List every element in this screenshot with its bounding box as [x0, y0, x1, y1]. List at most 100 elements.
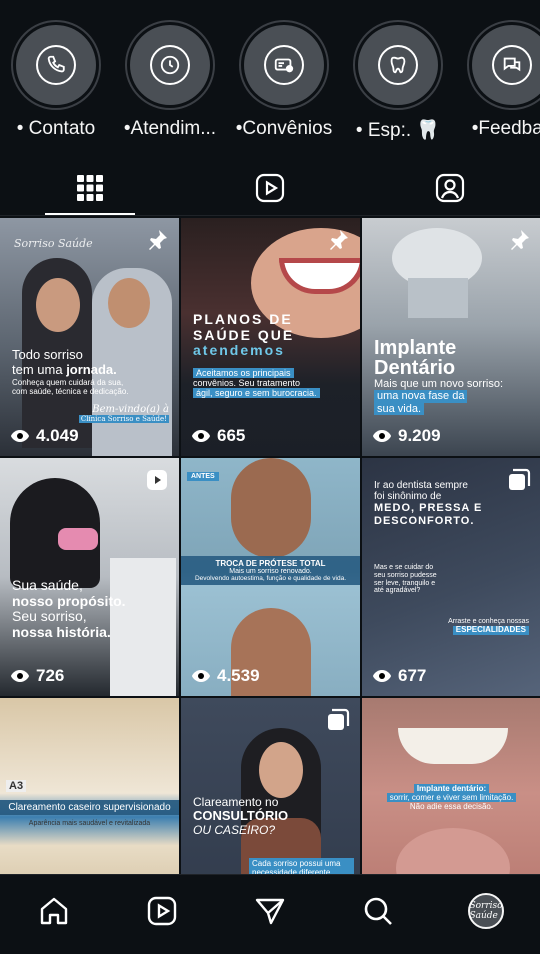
post-tile[interactable]: PLANOS DE SAÚDE QUE atendemos Aceitamos … — [181, 218, 360, 456]
post-tile[interactable]: A3 Clareamento caseiro supervisionado Ap… — [0, 698, 179, 874]
nav-reels[interactable] — [140, 889, 184, 933]
clock-icon — [150, 45, 190, 85]
caption-text: nossa história. — [12, 624, 111, 641]
caption-small: Devolvendo autoestima, função e qualidad… — [194, 575, 347, 582]
post-tile[interactable]: Sua saúde, nosso propósito. Seu sorriso,… — [0, 458, 179, 696]
highlight-convenios[interactable]: •Convênios — [234, 20, 334, 140]
caption-highlight: atendemos — [193, 342, 285, 359]
caption-small: Mas e se cuidar do — [374, 564, 434, 571]
caption-text: OU CASEIRO? — [193, 822, 276, 837]
eye-icon — [11, 430, 29, 442]
welcome-text: Bem-vindo(a) à — [92, 404, 169, 415]
eye-icon — [373, 670, 391, 682]
caption-text: PLANOS DE — [193, 311, 293, 327]
highlight-label: •Feedbac — [471, 118, 540, 139]
active-tab-indicator — [45, 213, 135, 215]
tab-tagged[interactable] — [405, 160, 495, 216]
highlight-label: •Atendim... — [123, 118, 217, 139]
view-count: 4.539 — [191, 666, 260, 686]
search-icon — [364, 897, 392, 925]
before-label: ANTES — [187, 472, 219, 481]
caption-highlight: Implante dentário: — [413, 784, 490, 793]
caption-small: Mais um sorriso renovado. — [229, 568, 312, 575]
tagged-person-icon — [435, 173, 465, 203]
pinned-icon — [507, 228, 531, 257]
caption-small: Conheça quem cuidará da sua, com saúde, … — [12, 378, 129, 397]
reel-icon — [145, 468, 169, 497]
caption-highlight: ESPECIALIDADES — [452, 625, 529, 635]
caption-small: Aparência mais saudável e revitalizada — [28, 820, 151, 827]
view-count: 726 — [10, 666, 64, 686]
caption-small: Não adie essa decisão. — [409, 802, 494, 811]
welcome-clinic: Clínica Sorriso e Saúde! — [78, 415, 169, 423]
eye-icon — [373, 430, 391, 442]
highlight-feedback[interactable]: •Feedbac — [462, 20, 540, 140]
highlight-label: •Convênios — [235, 118, 333, 139]
eye-icon — [192, 670, 210, 682]
post-tile[interactable]: ANTES TROCA DE PRÓTESE TOTAL Mais um sor… — [181, 458, 360, 696]
nav-home[interactable] — [32, 889, 76, 933]
pinned-icon — [145, 228, 169, 257]
story-highlights: • Contato •Atendim... •Convênios • Esp:.… — [0, 0, 540, 160]
caption-small: seu sorriso pudesse — [374, 571, 437, 579]
caption-text: Clareamento no — [193, 795, 279, 809]
caption-small: Cada sorriso possui uma necessidade dife… — [249, 858, 354, 874]
caption-highlight: TROCA DE PRÓTESE TOTAL — [215, 559, 326, 568]
avatar: Sorriso Saúde — [468, 893, 504, 929]
post-tile[interactable]: Implante Dentário Mais que um novo sorri… — [362, 218, 540, 456]
carousel-icon — [326, 708, 350, 737]
caption-small: até agradável? — [374, 587, 421, 595]
caption-highlight: Clareamento caseiro supervisionado — [8, 802, 171, 813]
tooth-shield-icon — [378, 45, 418, 85]
post-tile[interactable]: Sorriso Saúde Todo sorriso tem uma jorna… — [0, 218, 179, 456]
reels-icon — [147, 896, 177, 926]
caption-small: sorrir, comer e viver sem limitação. — [386, 793, 517, 802]
caption-small: ser leve, tranquilo e — [374, 579, 436, 587]
caption-text: Dentário — [374, 357, 456, 379]
view-count: 677 — [372, 666, 426, 686]
view-count: 9.209 — [372, 426, 441, 446]
caption-highlight: CONSULTÓRIO — [193, 808, 289, 824]
photo-before — [231, 458, 311, 558]
profile-tabs — [0, 160, 540, 216]
home-icon — [40, 897, 68, 925]
caption-text: Todo sorriso — [12, 347, 83, 362]
caption-small: Mais que um novo sorriso: — [374, 378, 503, 390]
highlight-label: • Contato — [16, 118, 96, 139]
nav-messages[interactable] — [248, 889, 292, 933]
photo-teeth — [398, 728, 508, 764]
card-icon — [264, 45, 304, 85]
phone-icon — [36, 45, 76, 85]
eye-icon — [11, 670, 29, 682]
tab-reels[interactable] — [225, 160, 315, 216]
highlight-especialidades[interactable]: • Esp:. 🦷 — [348, 20, 448, 142]
caption-small: uma nova fase da — [374, 390, 468, 403]
caption-highlight: DESCONFORTO. — [374, 514, 475, 527]
caption-text: nosso propósito. — [12, 592, 126, 609]
nav-profile[interactable]: Sorriso Saúde — [464, 889, 508, 933]
caption-text: Sua saúde, — [12, 577, 83, 593]
eye-icon — [192, 430, 210, 442]
nav-search[interactable] — [356, 889, 400, 933]
posts-grid: Sorriso Saúde Todo sorriso tem uma jorna… — [0, 218, 540, 874]
caption-text: Seu sorriso, — [12, 608, 87, 625]
pinned-icon — [326, 228, 350, 257]
highlight-contato[interactable]: • Contato — [6, 20, 106, 140]
caption-small: sua vida. — [374, 402, 425, 415]
grid-icon — [77, 175, 103, 201]
post-tile[interactable]: Ir ao dentista sempre foi sinônimo de ME… — [362, 458, 540, 696]
tab-posts-grid[interactable] — [45, 160, 135, 216]
caption-highlight: jornada. — [66, 361, 117, 377]
caption-text: Implante — [374, 337, 457, 359]
view-count: 665 — [191, 426, 245, 446]
send-icon — [255, 898, 285, 925]
bottom-navigation: Sorriso Saúde — [0, 874, 540, 954]
highlight-atendimento[interactable]: •Atendim... — [120, 20, 220, 140]
chat-icon — [492, 45, 532, 85]
post-tile[interactable]: Clareamento no CONSULTÓRIO OU CASEIRO? C… — [181, 698, 360, 874]
caption-small: ágil, seguro e sem burocracia. — [193, 388, 320, 399]
caption-text: tem uma — [12, 361, 67, 377]
clinic-logo: Sorriso Saúde — [14, 237, 93, 250]
caption-text: foi sinônimo de — [374, 491, 442, 503]
post-tile[interactable]: Implante dentário: sorrir, comer e viver… — [362, 698, 540, 874]
